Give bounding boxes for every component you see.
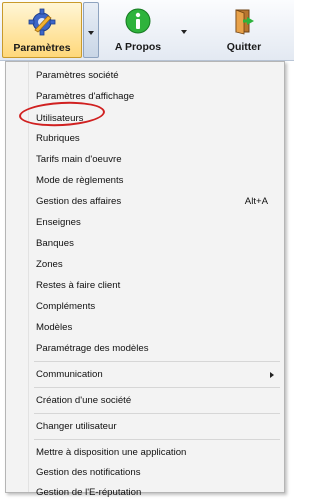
parametres-dropdown-menu: Paramètres société Paramètres d'affichag… xyxy=(5,61,285,498)
menu-item-label: Mettre à disposition une application xyxy=(36,447,187,458)
menu-item-label: Modèles xyxy=(36,322,73,333)
menu-item-gestion-e-reputation[interactable]: Gestion de l'E-réputation xyxy=(8,472,282,498)
menu-item-label: Communication xyxy=(36,369,103,380)
menu-item-parametrage-modeles[interactable]: Paramétrage des modèles xyxy=(8,338,282,359)
menu-item-shortcut: Alt+A xyxy=(244,196,268,207)
menu-item-label: Enseignes xyxy=(36,217,81,228)
menu-item-enseignes[interactable]: Enseignes xyxy=(8,212,282,233)
parametres-label: Paramètres xyxy=(13,42,71,54)
menu-item-label: Création d'une société xyxy=(36,395,132,406)
info-icon xyxy=(125,8,151,34)
menu-separator xyxy=(34,439,280,440)
menu-item-label: Tarifs main d'oeuvre xyxy=(36,154,122,165)
apropos-label: A Propos xyxy=(114,41,162,53)
menu-item-label: Rubriques xyxy=(36,133,80,144)
menu-separator xyxy=(34,387,280,388)
menu-item-communication[interactable]: Communication xyxy=(8,364,282,385)
parametres-button[interactable]: Paramètres xyxy=(2,2,82,58)
quitter-label: Quitter xyxy=(226,41,262,53)
menu-item-modeles[interactable]: Modèles xyxy=(8,317,282,338)
menu-item-mode-reglements[interactable]: Mode de règlements xyxy=(8,170,282,191)
menu-item-restes-a-faire-client[interactable]: Restes à faire client xyxy=(8,275,282,296)
ribbon-toolbar: Paramètres A Propos Quitter xyxy=(0,0,294,61)
menu-item-complements[interactable]: Compléments xyxy=(8,296,282,317)
menu-item-rubriques[interactable]: Rubriques xyxy=(8,128,282,149)
menu-item-creation-societe[interactable]: Création d'une société xyxy=(8,390,282,411)
menu-item-label: Banques xyxy=(36,238,74,249)
menu-item-label: Restes à faire client xyxy=(36,280,121,291)
apropos-dropdown-button[interactable] xyxy=(176,2,192,58)
dropdown-arrow-icon xyxy=(88,31,94,35)
parametres-dropdown-button[interactable] xyxy=(83,2,99,58)
exit-door-icon xyxy=(235,9,254,35)
menu-item-parametres-societe[interactable]: Paramètres société xyxy=(8,65,282,86)
menu-item-label: Mode de règlements xyxy=(36,175,124,186)
menu-item-label: Paramétrage des modèles xyxy=(36,343,149,354)
menu-item-tarifs-main-oeuvre[interactable]: Tarifs main d'oeuvre xyxy=(8,149,282,170)
menu-item-zones[interactable]: Zones xyxy=(8,254,282,275)
menu-item-mettre-a-disposition-application[interactable]: Mettre à disposition une application xyxy=(8,442,282,463)
menu-item-changer-utilisateur[interactable]: Changer utilisateur xyxy=(8,416,282,437)
menu-item-label: Zones xyxy=(36,259,63,270)
quitter-button[interactable]: Quitter xyxy=(200,2,288,58)
menu-item-label: Changer utilisateur xyxy=(36,421,117,432)
settings-gear-icon xyxy=(28,8,56,36)
menu-item-banques[interactable]: Banques xyxy=(8,233,282,254)
apropos-button[interactable]: A Propos xyxy=(102,2,174,58)
menu-item-label: Compléments xyxy=(36,301,96,312)
dropdown-arrow-icon xyxy=(181,30,187,34)
submenu-arrow-icon xyxy=(270,372,274,378)
menu-item-gestion-affaires[interactable]: Gestion des affaires Alt+A xyxy=(8,191,282,212)
menu-item-label: Gestion de l'E-réputation xyxy=(36,487,142,498)
menu-separator xyxy=(34,361,280,362)
menu-item-label: Gestion des affaires xyxy=(36,196,122,207)
menu-item-label: Paramètres société xyxy=(36,70,119,81)
menu-separator xyxy=(34,413,280,414)
